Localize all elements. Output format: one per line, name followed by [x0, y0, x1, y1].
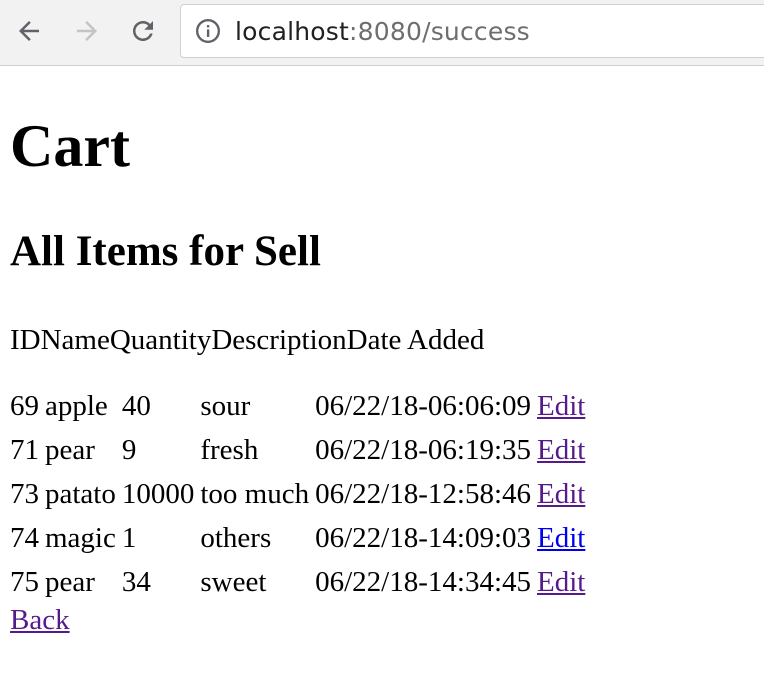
- table-row: 75 pear 34 sweet 06/22/18-14:34:45 Edit: [10, 564, 585, 600]
- cell-id: 74: [10, 522, 39, 554]
- reload-icon: [133, 21, 153, 41]
- cell-quantity: 40: [121, 390, 151, 422]
- cell-date: 06/22/18-14:34:45: [315, 566, 531, 598]
- cell-date: 06/22/18-06:06:09: [315, 390, 531, 422]
- cell-description: too much: [200, 478, 310, 510]
- browser-back-button[interactable]: [12, 14, 46, 48]
- edit-link[interactable]: Edit: [537, 566, 585, 598]
- cell-quantity: 1: [121, 522, 137, 554]
- edit-link[interactable]: Edit: [537, 434, 585, 466]
- browser-forward-button[interactable]: [70, 14, 104, 48]
- page-subtitle: All Items for Sell: [10, 228, 321, 275]
- cell-name: pear: [45, 434, 95, 466]
- cell-date: 06/22/18-06:19:35: [315, 434, 531, 466]
- cell-description: sweet: [200, 566, 267, 598]
- cell-date: 06/22/18-12:58:46: [315, 478, 531, 510]
- cell-date: 06/22/18-14:09:03: [315, 522, 531, 554]
- table-row: 74 magic 1 others 06/22/18-14:09:03 Edit: [10, 520, 585, 556]
- edit-link[interactable]: Edit: [537, 390, 585, 422]
- items-table: 69 apple 40 sour 06/22/18-06:06:09 Edit …: [4, 380, 591, 608]
- cell-quantity: 9: [121, 434, 137, 466]
- cell-name: apple: [45, 390, 108, 422]
- cell-id: 73: [10, 478, 39, 510]
- cell-name: patato: [45, 478, 116, 510]
- info-icon[interactable]: [195, 18, 221, 44]
- cell-name: magic: [45, 522, 116, 554]
- url-text[interactable]: localhost:8080/success: [235, 17, 530, 46]
- table-row: 73 patato 10000 too much 06/22/18-12:58:…: [10, 476, 585, 512]
- cell-id: 69: [10, 390, 39, 422]
- cell-name: pear: [45, 566, 95, 598]
- edit-link[interactable]: Edit: [537, 478, 585, 510]
- page-title: Cart: [10, 113, 130, 179]
- cell-description: sour: [200, 390, 251, 422]
- cell-description: fresh: [200, 434, 259, 466]
- arrow-left-icon: [19, 21, 39, 41]
- url-path: :8080/success: [349, 16, 530, 46]
- back-link[interactable]: Back: [10, 602, 70, 638]
- cell-id: 71: [10, 434, 39, 466]
- cell-quantity: 34: [121, 566, 151, 598]
- url-host: localhost: [235, 16, 350, 46]
- edit-link[interactable]: Edit: [537, 522, 585, 554]
- browser-toolbar: localhost:8080/success: [0, 0, 764, 66]
- cell-id: 75: [10, 566, 39, 598]
- browser-reload-button[interactable]: [126, 14, 160, 48]
- table-row: 71 pear 9 fresh 06/22/18-06:19:35 Edit: [10, 432, 585, 468]
- cell-quantity: 10000: [121, 478, 195, 510]
- address-bar[interactable]: localhost:8080/success: [180, 4, 764, 58]
- table-row: 69 apple 40 sour 06/22/18-06:06:09 Edit: [10, 388, 585, 424]
- cell-description: others: [200, 522, 272, 554]
- arrow-right-icon: [77, 21, 97, 41]
- table-header: IDNameQuantityDescriptionDate Added: [10, 324, 485, 356]
